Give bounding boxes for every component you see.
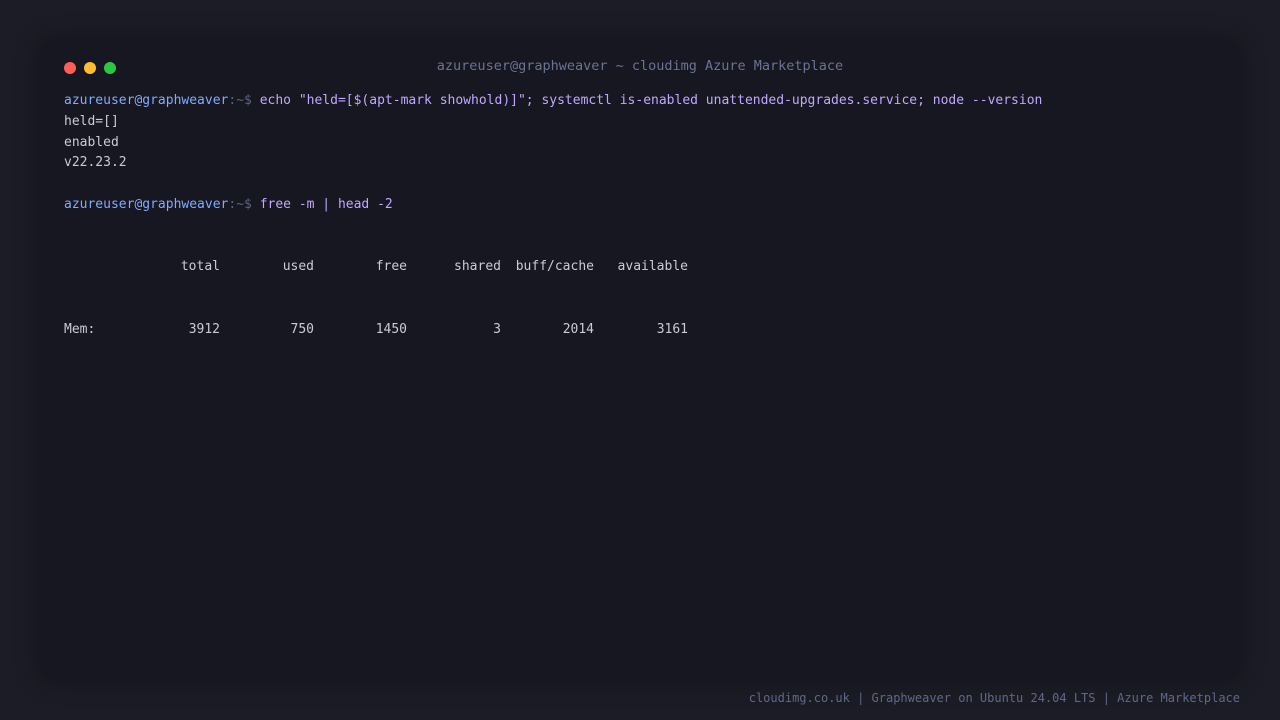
memory-table: total used free shared buff/cache availa… [64,216,1214,382]
output-line: held=[] [64,113,119,129]
command-text: echo "held=[$(apt-mark showhold)]"; syst… [259,93,1043,108]
header-used: used [282,259,314,275]
memory-header-row: total used free shared buff/cache availa… [64,257,1214,278]
prompt-user: azureuser@graphweaver [64,93,229,108]
prompt-path: :~$ [228,93,252,108]
title-bar[interactable]: azureuser@graphweaver ~ cloudimg Azure M… [40,40,1240,96]
value-buff-cache: 2014 [562,321,594,337]
prompt-user: azureuser@graphweaver [64,196,229,212]
header-free: free [375,259,407,275]
output-line: v22.23.2 [64,155,127,171]
command-line: azureuser@graphweaver:~$ echo "held=[$(a… [64,91,1214,112]
value-free: 1450 [375,321,407,337]
value-available: 3161 [656,321,688,337]
header-available: available [617,259,688,275]
header-total: total [180,259,220,275]
command-text: free -m | head -2 [259,196,393,212]
header-shared: shared [454,259,501,275]
terminal-window[interactable]: azureuser@graphweaver ~ cloudimg Azure M… [40,40,1240,680]
header-buff-cache: buff/cache [515,259,594,275]
row-label: Mem: [64,321,96,337]
value-total: 3912 [188,321,220,337]
command-line: azureuser@graphweaver:~$ free -m | head … [64,195,1214,216]
output-line: enabled [64,134,119,150]
prompt-path: :~$ [228,196,252,212]
value-used: 750 [290,321,314,337]
memory-data-row: Mem: 3912 750 1450 3 2014 3161 [64,320,1214,341]
value-shared: 3 [493,321,501,337]
terminal-output[interactable]: azureuser@graphweaver:~$ echo "held=[$(a… [64,91,1214,382]
window-title: azureuser@graphweaver ~ cloudimg Azure M… [436,58,844,74]
footer-caption: cloudimg.co.uk | Graphweaver on Ubuntu 2… [748,691,1240,705]
